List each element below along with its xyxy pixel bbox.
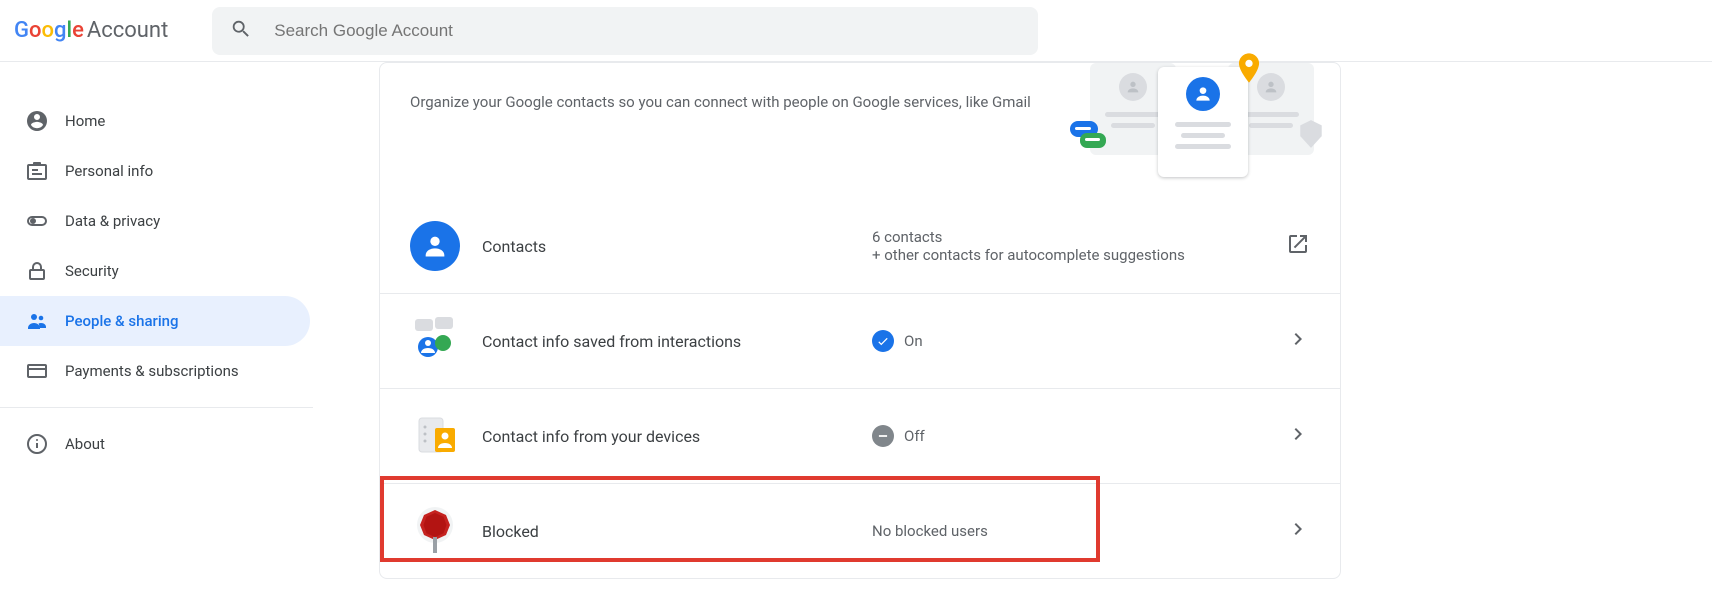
blocked-icon bbox=[410, 506, 460, 556]
row-label: Contacts bbox=[482, 237, 872, 256]
row-status: Off bbox=[872, 425, 1286, 447]
search-input[interactable] bbox=[274, 21, 1020, 41]
chat-icon bbox=[1070, 121, 1110, 159]
contacts-card: Contacts Organize your Google contacts s… bbox=[379, 62, 1341, 579]
card-icon bbox=[25, 359, 49, 383]
pin-icon bbox=[1238, 53, 1260, 83]
sidebar-item-label: Data & privacy bbox=[65, 212, 160, 230]
check-icon bbox=[872, 330, 894, 352]
contacts-icon bbox=[410, 221, 460, 271]
row-status: On bbox=[872, 330, 1286, 352]
row-status: No blocked users bbox=[872, 522, 1286, 540]
row-blocked[interactable]: Blocked No blocked users bbox=[380, 483, 1340, 578]
lock-icon bbox=[25, 259, 49, 283]
devices-icon bbox=[410, 411, 460, 461]
main-content: Contacts Organize your Google contacts s… bbox=[313, 62, 1341, 579]
sidebar-item-people-sharing[interactable]: People & sharing bbox=[0, 296, 310, 346]
chevron-right-icon bbox=[1286, 517, 1310, 545]
sidebar-item-label: About bbox=[65, 435, 105, 453]
row-devices[interactable]: Contact info from your devices Off bbox=[380, 388, 1340, 483]
row-contacts[interactable]: Contacts 6 contacts + other contacts for… bbox=[380, 199, 1340, 293]
status-text: Off bbox=[904, 427, 925, 445]
highlight-annotation bbox=[380, 476, 1100, 562]
sidebar-item-personal-info[interactable]: Personal info bbox=[0, 146, 313, 196]
chevron-right-icon bbox=[1286, 327, 1310, 355]
row-interactions[interactable]: Contact info saved from interactions On bbox=[380, 293, 1340, 388]
toggle-icon bbox=[25, 209, 49, 233]
contacts-illustration bbox=[1090, 63, 1314, 177]
card-header: Contacts Organize your Google contacts s… bbox=[380, 63, 1340, 177]
row-label: Contact info from your devices bbox=[482, 427, 872, 446]
people-icon bbox=[25, 309, 49, 333]
google-account-logo[interactable]: Google Account bbox=[14, 18, 168, 43]
sidebar-item-label: Personal info bbox=[65, 162, 153, 180]
user-circle-icon bbox=[25, 109, 49, 133]
sidebar-item-label: Home bbox=[65, 112, 105, 130]
row-label: Contact info saved from interactions bbox=[482, 332, 872, 351]
app-header: Google Account bbox=[0, 0, 1712, 62]
sidebar: Home Personal info Data & privacy Securi… bbox=[0, 62, 313, 579]
sidebar-item-label: People & sharing bbox=[65, 312, 179, 330]
search-icon bbox=[230, 18, 252, 44]
contacts-extra: + other contacts for autocomplete sugges… bbox=[872, 246, 1185, 264]
status-text: On bbox=[904, 332, 923, 350]
sidebar-item-label: Security bbox=[65, 262, 119, 280]
external-link-icon bbox=[1286, 232, 1310, 260]
contacts-count: 6 contacts bbox=[872, 228, 1185, 246]
sidebar-item-home[interactable]: Home bbox=[0, 96, 313, 146]
row-label: Blocked bbox=[482, 522, 872, 541]
interactions-icon bbox=[410, 316, 460, 366]
sidebar-item-payments[interactable]: Payments & subscriptions bbox=[0, 346, 313, 396]
sidebar-divider bbox=[0, 407, 313, 408]
row-status: 6 contacts + other contacts for autocomp… bbox=[872, 228, 1286, 264]
sidebar-item-about[interactable]: About bbox=[0, 419, 313, 469]
sidebar-item-data-privacy[interactable]: Data & privacy bbox=[0, 196, 313, 246]
sidebar-item-security[interactable]: Security bbox=[0, 246, 313, 296]
card-rows: Contacts 6 contacts + other contacts for… bbox=[380, 177, 1340, 578]
info-icon bbox=[25, 432, 49, 456]
id-card-icon bbox=[25, 159, 49, 183]
chevron-right-icon bbox=[1286, 422, 1310, 450]
google-logo: Google bbox=[14, 18, 84, 43]
shield-shape-icon bbox=[1298, 119, 1324, 153]
status-text: No blocked users bbox=[872, 522, 988, 540]
minus-icon bbox=[872, 425, 894, 447]
sidebar-item-label: Payments & subscriptions bbox=[65, 362, 239, 380]
search-bar[interactable] bbox=[212, 7, 1038, 55]
account-label: Account bbox=[87, 18, 168, 43]
